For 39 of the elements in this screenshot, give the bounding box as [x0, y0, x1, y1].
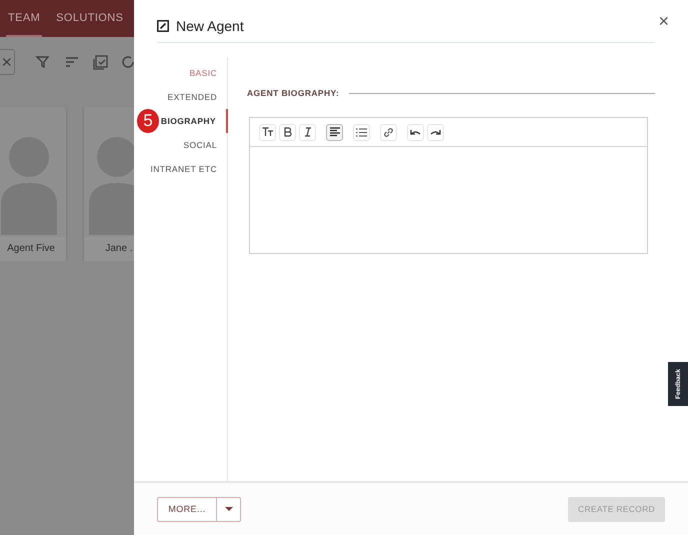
dropdown-button[interactable] [217, 496, 241, 522]
refresh-icon[interactable] [122, 55, 134, 69]
edit-icon [157, 20, 169, 32]
agent-name: Agent Five [0, 237, 66, 261]
link-icon [383, 126, 394, 138]
section-tab[interactable]: BASIC [189, 61, 227, 85]
section-tab[interactable]: EXTENDED [168, 85, 227, 109]
more-button[interactable]: MORE... [157, 496, 217, 522]
section-label: AGENT BIOGRAPHY: [247, 88, 340, 98]
agent-card[interactable]: Jane . [84, 107, 134, 261]
sort-icon[interactable] [65, 56, 79, 68]
bold-button[interactable] [279, 124, 296, 140]
bold-icon [284, 127, 292, 137]
link-button[interactable] [380, 124, 397, 140]
checkbox-icon[interactable] [93, 54, 108, 70]
redo-icon [430, 128, 441, 136]
text-size-button[interactable] [259, 124, 276, 140]
section-tab[interactable]: INTRANET ETC [150, 157, 227, 181]
nav-tab[interactable]: SOLUTIONS [54, 0, 126, 37]
align-left-icon [330, 127, 340, 137]
section-tab[interactable]: BIOGRAPHY [160, 109, 228, 133]
agent-card[interactable]: Agent Five [0, 107, 66, 261]
list-icon [356, 128, 367, 136]
list-button[interactable] [353, 124, 370, 140]
italic-button[interactable] [299, 124, 316, 140]
undo-button[interactable] [407, 124, 424, 140]
step-badge: 5 [137, 109, 159, 133]
nav-tab[interactable]: TEAM [6, 0, 42, 37]
text-size-icon [262, 127, 274, 137]
filter-icon[interactable] [35, 54, 51, 70]
redo-button[interactable] [427, 124, 444, 140]
section-tab[interactable]: SOCIAL [183, 133, 227, 157]
close-button[interactable]: × [658, 12, 669, 30]
panel-title: New Agent [176, 18, 244, 34]
align-button[interactable] [326, 124, 343, 140]
italic-icon [304, 127, 312, 137]
undo-icon [410, 128, 421, 136]
agent-name: Jane . [84, 237, 134, 261]
caret-icon [224, 507, 232, 511]
